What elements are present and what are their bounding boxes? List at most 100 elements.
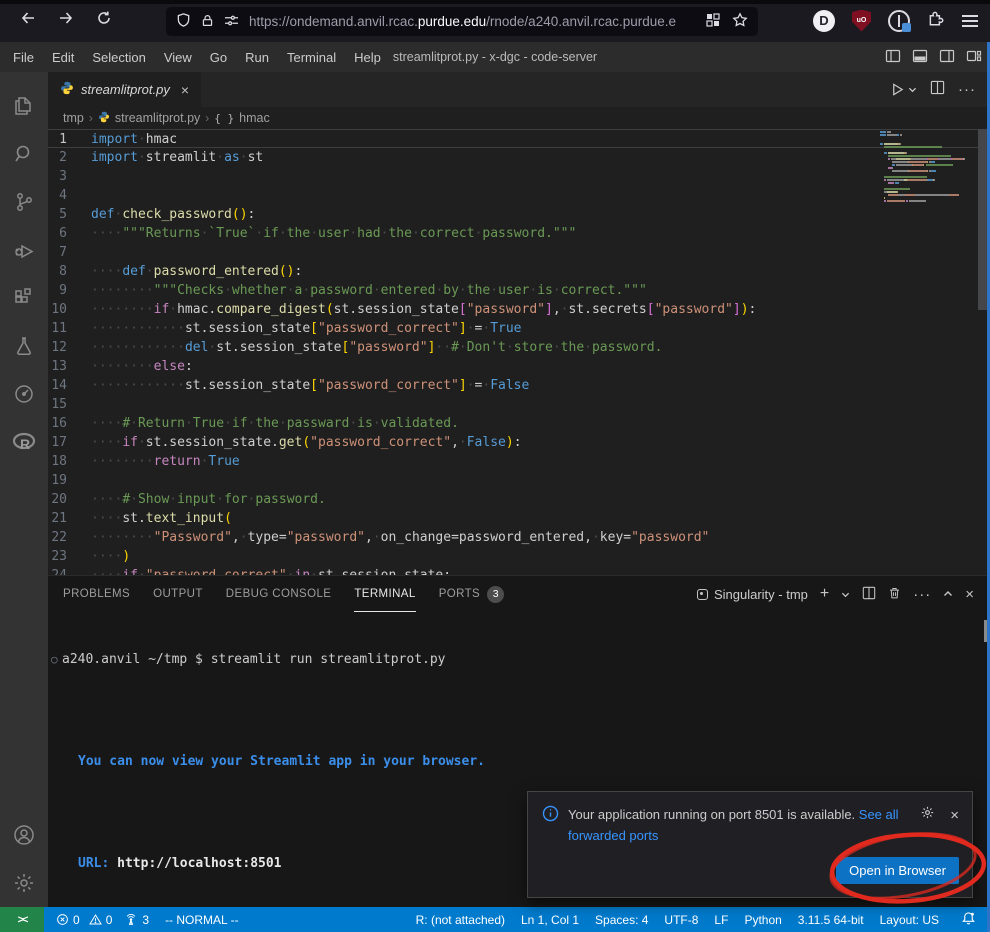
terminal-url[interactable]: http://localhost:8501 [117, 856, 281, 871]
code-line-9[interactable]: 9········"""Checks·whether·a·password·en… [48, 281, 990, 300]
code-line-1[interactable]: 1import·hmac [48, 129, 990, 148]
panel-tab-output[interactable]: OUTPUT [153, 576, 203, 612]
status-item[interactable]: LF [714, 913, 728, 927]
breadcrumb-folder[interactable]: tmp [63, 111, 84, 125]
code-line-17[interactable]: 17····if·st.session_state.get("password_… [48, 433, 990, 452]
breadcrumb[interactable]: tmp › streamlitprot.py › { } hmac [48, 107, 990, 129]
toggle-sidebar-icon[interactable] [885, 48, 901, 67]
line-number[interactable]: 1 [48, 130, 91, 147]
status-item[interactable]: UTF-8 [664, 913, 698, 927]
toggle-secondary-sidebar-icon[interactable] [939, 48, 955, 67]
source-control-icon[interactable] [0, 178, 48, 226]
line-number[interactable]: 8 [48, 262, 91, 281]
ublock-extension-icon[interactable]: uO [852, 10, 871, 32]
notifications-bell-icon[interactable] [961, 911, 976, 929]
permissions-icon[interactable] [224, 14, 239, 30]
code-line-12[interactable]: 12············del·st.session_state["pass… [48, 338, 990, 357]
notification-close-icon[interactable]: × [950, 807, 959, 824]
run-debug-icon[interactable] [0, 226, 48, 274]
code-line-18[interactable]: 18········return·True [48, 452, 990, 471]
terminal-dropdown-icon[interactable] [841, 587, 850, 602]
code-line-14[interactable]: 14············st.session_state["password… [48, 376, 990, 395]
run-python-file-button[interactable] [890, 82, 917, 97]
status-item[interactable]: Python [744, 913, 781, 927]
code-line-11[interactable]: 11············st.session_state["password… [48, 319, 990, 338]
testing-flask-icon[interactable] [0, 322, 48, 370]
line-number[interactable]: 24 [48, 566, 91, 575]
command-decoration-icon[interactable]: ○ [51, 651, 58, 668]
settings-gear-icon[interactable] [0, 859, 48, 907]
code-line-8[interactable]: 8····def·password_entered(): [48, 262, 990, 281]
new-terminal-icon[interactable]: + [820, 585, 829, 603]
code-line-13[interactable]: 13········else: [48, 357, 990, 376]
code-line-23[interactable]: 23····) [48, 547, 990, 566]
line-number[interactable]: 17 [48, 433, 91, 452]
code-line-19[interactable]: 19 [48, 471, 990, 490]
menu-item-selection[interactable]: Selection [83, 42, 154, 72]
code-line-10[interactable]: 10········if·hmac.compare_digest(st.sess… [48, 300, 990, 319]
line-number[interactable]: 20 [48, 490, 91, 509]
explorer-icon[interactable] [0, 82, 48, 130]
line-number[interactable]: 22 [48, 528, 91, 547]
code-line-5[interactable]: 5def·check_password(): [48, 205, 990, 224]
panel-tab-terminal[interactable]: TERMINAL [354, 576, 415, 612]
line-number[interactable]: 13 [48, 357, 91, 376]
split-editor-icon[interactable] [930, 80, 945, 100]
line-number[interactable]: 7 [48, 243, 91, 262]
panel-tab-problems[interactable]: PROBLEMS [63, 576, 130, 612]
gauge-icon[interactable] [0, 370, 48, 418]
reload-button[interactable] [96, 10, 112, 26]
line-number[interactable]: 9 [48, 281, 91, 300]
code-line-6[interactable]: 6····"""Returns·`True`·if·the·user·had·t… [48, 224, 990, 243]
open-in-browser-button[interactable]: Open in Browser [836, 857, 959, 884]
line-number[interactable]: 19 [48, 471, 91, 490]
menu-item-edit[interactable]: Edit [43, 42, 83, 72]
code-line-20[interactable]: 20····#·Show·input·for·password. [48, 490, 990, 509]
tab-streamlitprot[interactable]: streamlitprot.py × [48, 72, 201, 107]
panel-tab-ports[interactable]: PORTS3 [439, 576, 504, 612]
status-item[interactable]: 3.11.5 64-bit [798, 913, 864, 927]
code-line-15[interactable]: 15 [48, 395, 990, 414]
vim-mode[interactable]: -- NORMAL -- [165, 913, 239, 927]
line-number[interactable]: 10 [48, 300, 91, 319]
maximize-panel-icon[interactable] [943, 587, 953, 602]
customize-layout-icon[interactable] [966, 48, 982, 67]
profile-avatar[interactable]: D [813, 10, 835, 32]
code-line-22[interactable]: 22········"Password",·type="password",·o… [48, 528, 990, 547]
menu-item-file[interactable]: File [4, 42, 43, 72]
status-item[interactable]: Ln 1, Col 1 [521, 913, 579, 927]
line-number[interactable]: 16 [48, 414, 91, 433]
menu-item-go[interactable]: Go [201, 42, 236, 72]
line-number[interactable]: 3 [48, 167, 91, 186]
breadcrumb-file[interactable]: streamlitprot.py [115, 111, 200, 125]
toggle-panel-icon[interactable] [912, 48, 928, 67]
minimap[interactable] [880, 131, 977, 203]
code-line-16[interactable]: 16····#·Return·True·if·the·passward·is·v… [48, 414, 990, 433]
tiles-icon[interactable] [706, 13, 720, 30]
line-number[interactable]: 15 [48, 395, 91, 414]
code-line-3[interactable]: 3 [48, 167, 990, 186]
line-number[interactable]: 12 [48, 338, 91, 357]
notification-settings-gear-icon[interactable] [920, 805, 935, 825]
menu-item-run[interactable]: Run [236, 42, 278, 72]
status-item[interactable]: R: (not attached) [416, 913, 505, 927]
line-number[interactable]: 2 [48, 148, 91, 167]
kill-terminal-icon[interactable] [888, 586, 901, 603]
privacy-extension-icon[interactable] [888, 10, 910, 32]
code-line-21[interactable]: 21····st.text_input( [48, 509, 990, 528]
lock-icon[interactable] [201, 13, 214, 31]
menu-hamburger-icon[interactable] [962, 15, 978, 27]
back-button[interactable] [20, 10, 36, 26]
close-panel-icon[interactable]: × [965, 586, 974, 603]
line-number[interactable]: 14 [48, 376, 91, 395]
url-text[interactable]: https://ondemand.anvil.rcac.purdue.edu/r… [249, 14, 696, 29]
split-terminal-icon[interactable] [862, 586, 876, 603]
panel-tab-debug-console[interactable]: DEBUG CONSOLE [226, 576, 332, 612]
breadcrumb-symbol[interactable]: hmac [239, 111, 270, 125]
status-item[interactable]: Spaces: 4 [595, 913, 648, 927]
line-number[interactable]: 23 [48, 547, 91, 566]
forwarded-ports-status[interactable]: 3 [124, 913, 149, 927]
accounts-icon[interactable] [0, 811, 48, 859]
tab-close-icon[interactable]: × [181, 82, 189, 98]
line-number[interactable]: 5 [48, 205, 91, 224]
